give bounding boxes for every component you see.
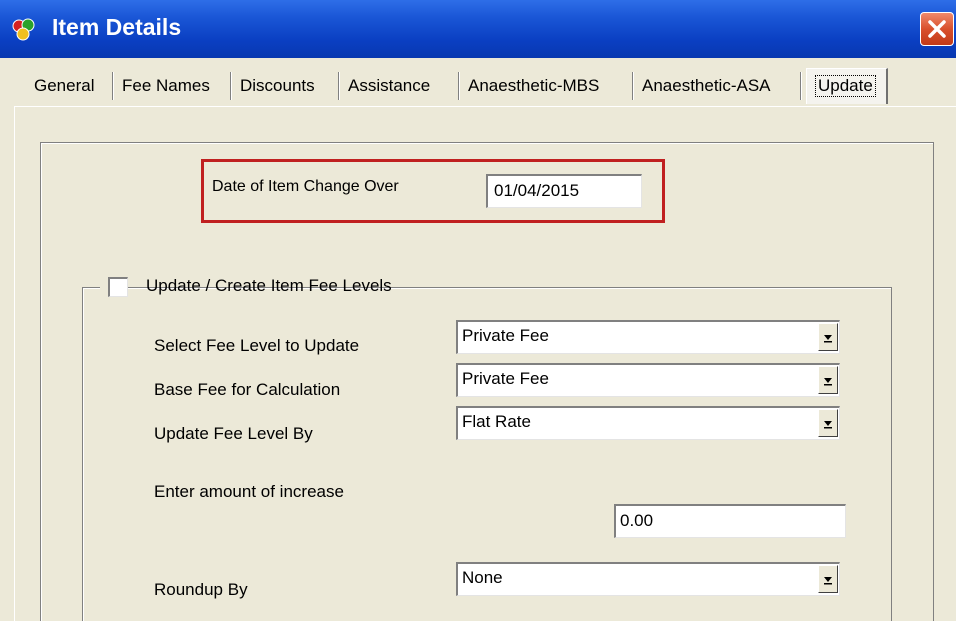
fee-levels-group-title: Update / Create Item Fee Levels bbox=[146, 276, 392, 295]
changeover-date-label: Date of Item Change Over bbox=[212, 178, 399, 195]
base-fee-value: Private Fee bbox=[462, 369, 549, 388]
chevron-down-icon bbox=[824, 335, 832, 343]
update-fee-by-value: Flat Rate bbox=[462, 412, 531, 431]
base-fee-label: Base Fee for Calculation bbox=[154, 380, 341, 399]
select-fee-level-dropdown[interactable]: Private Fee bbox=[456, 320, 840, 354]
select-fee-level-label: Select Fee Level to Update bbox=[154, 336, 360, 355]
tab-update[interactable]: Update bbox=[806, 68, 888, 104]
chevron-down-icon bbox=[824, 577, 832, 585]
dropdown-button[interactable] bbox=[818, 565, 838, 593]
chevron-down-icon bbox=[824, 378, 832, 386]
tab-update-label: Update bbox=[815, 75, 876, 97]
tab-separator bbox=[800, 72, 802, 100]
close-button[interactable] bbox=[920, 12, 954, 46]
update-fee-levels-checkbox[interactable] bbox=[108, 277, 128, 297]
base-fee-dropdown[interactable]: Private Fee bbox=[456, 363, 840, 397]
update-fee-by-label: Update Fee Level By bbox=[154, 424, 313, 443]
roundup-label: Roundup By bbox=[154, 580, 248, 599]
tab-fee-names[interactable]: Fee Names bbox=[122, 76, 210, 96]
chevron-down-icon bbox=[824, 421, 832, 429]
tab-separator bbox=[632, 72, 634, 100]
select-fee-level-value: Private Fee bbox=[462, 326, 549, 345]
title-bar: Item Details bbox=[0, 0, 956, 58]
rings-app-icon bbox=[12, 18, 35, 41]
changeover-date-field[interactable]: 01/04/2015 bbox=[486, 174, 642, 208]
tab-separator bbox=[338, 72, 340, 100]
increase-amount-label: Enter amount of increase bbox=[154, 482, 344, 501]
dropdown-button[interactable] bbox=[818, 409, 838, 437]
tab-anaesthetic-asa[interactable]: Anaesthetic-ASA bbox=[642, 76, 771, 96]
tab-separator bbox=[458, 72, 460, 100]
window-title: Item Details bbox=[52, 14, 182, 40]
roundup-value: None bbox=[462, 568, 503, 587]
close-icon bbox=[928, 20, 946, 38]
tab-separator bbox=[230, 72, 232, 100]
increase-amount-field[interactable]: 0.00 bbox=[614, 504, 846, 538]
dropdown-button[interactable] bbox=[818, 323, 838, 351]
tab-discounts[interactable]: Discounts bbox=[240, 76, 315, 96]
tab-assistance[interactable]: Assistance bbox=[348, 76, 430, 96]
tab-general[interactable]: General bbox=[34, 76, 94, 96]
roundup-dropdown[interactable]: None bbox=[456, 562, 840, 596]
tab-separator bbox=[112, 72, 114, 100]
tab-anaesthetic-mbs[interactable]: Anaesthetic-MBS bbox=[468, 76, 599, 96]
dropdown-button[interactable] bbox=[818, 366, 838, 394]
update-fee-by-dropdown[interactable]: Flat Rate bbox=[456, 406, 840, 440]
